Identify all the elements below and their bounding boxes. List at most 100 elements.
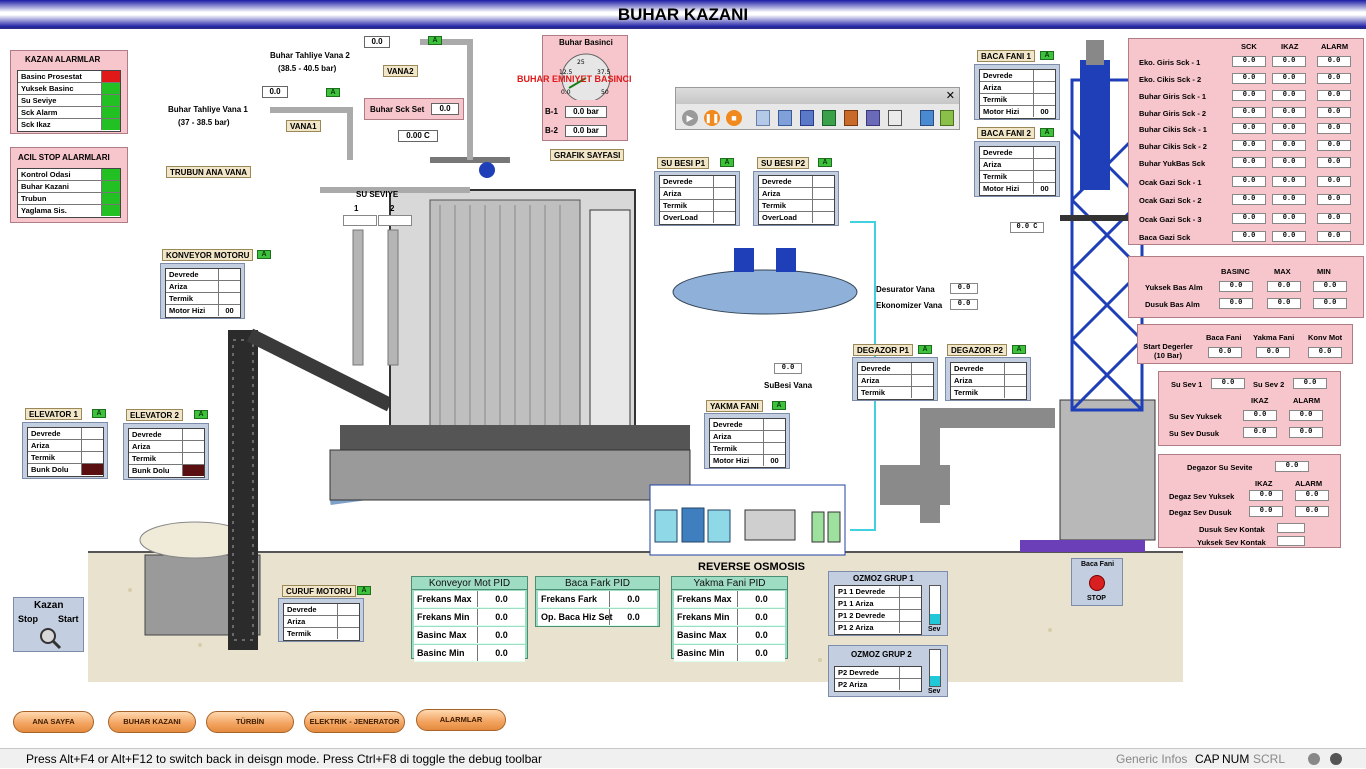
alarm-value[interactable]: 0.0: [1317, 213, 1351, 224]
pid-value[interactable]: 0.0: [737, 609, 785, 625]
pause-icon[interactable]: ❚❚: [704, 110, 720, 126]
step-icon[interactable]: [756, 110, 770, 126]
shapes-icon[interactable]: [940, 110, 954, 126]
su-sev-dusuk-ikaz[interactable]: 0.0: [1243, 427, 1277, 438]
vana1-value[interactable]: 0.0: [262, 86, 288, 98]
turbin-ana-vana-tag[interactable]: TRUBUN ANA VANA: [166, 166, 252, 178]
sck-value[interactable]: 0.0: [1232, 56, 1266, 67]
degaz-yuksek-alarm[interactable]: 0.0: [1295, 490, 1329, 501]
sck-value[interactable]: 0.0: [1232, 157, 1266, 168]
degaz-dusuk-alarm[interactable]: 0.0: [1295, 506, 1329, 517]
sck-value[interactable]: 0.0: [1232, 107, 1266, 118]
kazan-switch-icon[interactable]: [38, 626, 62, 650]
su-sev-dusuk-alarm[interactable]: 0.0: [1289, 427, 1323, 438]
ikaz-value[interactable]: 0.0: [1272, 56, 1306, 67]
baca-fani1-auto-button[interactable]: A: [1040, 51, 1054, 60]
ikaz-value[interactable]: 0.0: [1272, 90, 1306, 101]
ikaz-value[interactable]: 0.0: [1272, 140, 1306, 151]
tool-icon[interactable]: [822, 110, 836, 126]
baca-fani1-tag[interactable]: BACA FANI 1: [977, 50, 1035, 62]
su-besi-p1-auto-button[interactable]: A: [720, 158, 734, 167]
vana2-tag[interactable]: VANA2: [383, 65, 418, 77]
yuksek-bas-alm-max[interactable]: 0.0: [1267, 281, 1301, 292]
su-sev-yuksek-ikaz[interactable]: 0.0: [1243, 410, 1277, 421]
baca-fani2-tag[interactable]: BACA FANI 2: [977, 127, 1035, 139]
vana1-auto-button[interactable]: A: [326, 88, 340, 97]
ekonomizer-value[interactable]: 0.0: [950, 299, 978, 310]
play-icon[interactable]: ▶: [682, 110, 698, 126]
alarm-value[interactable]: 0.0: [1317, 140, 1351, 151]
start-konv-mot-value[interactable]: 0.0: [1308, 347, 1342, 358]
sck-value[interactable]: 0.0: [1232, 231, 1266, 242]
alarm-value[interactable]: 0.0: [1317, 123, 1351, 134]
alarm-value[interactable]: 0.0: [1317, 157, 1351, 168]
nav-buhar-kazani-button[interactable]: BUHAR KAZANI: [108, 711, 196, 733]
su-besi-p2-tag[interactable]: SU BESI P2: [757, 157, 810, 169]
subesi-value[interactable]: 0.0: [774, 363, 802, 374]
ikaz-value[interactable]: 0.0: [1272, 213, 1306, 224]
sck-value[interactable]: 0.0: [1232, 123, 1266, 134]
nav-elektrik-jenerator-button[interactable]: ELEKTRIK - JENERATOR: [304, 711, 405, 733]
inspect-icon[interactable]: [778, 110, 792, 126]
numbers-icon[interactable]: [888, 110, 902, 126]
konveyor-auto-button[interactable]: A: [257, 250, 271, 259]
settings-icon[interactable]: [1330, 753, 1342, 765]
alarm-value[interactable]: 0.0: [1317, 73, 1351, 84]
dusuk-bas-alm-min[interactable]: 0.0: [1313, 298, 1347, 309]
pid-value[interactable]: 0.0: [609, 591, 657, 607]
pid-value[interactable]: 0.0: [737, 627, 785, 643]
ikaz-value[interactable]: 0.0: [1272, 194, 1306, 205]
baca-fani2-auto-button[interactable]: A: [1040, 128, 1054, 137]
sck-value[interactable]: 0.0: [1232, 73, 1266, 84]
pid-value[interactable]: 0.0: [477, 609, 525, 625]
desurator-value[interactable]: 0.0: [950, 283, 978, 294]
vana1-tag[interactable]: VANA1: [286, 120, 321, 132]
close-icon[interactable]: ✕: [946, 89, 955, 102]
degazor-p1-tag[interactable]: DEGAZOR P1: [853, 344, 914, 356]
yakma-fani-auto-button[interactable]: A: [772, 401, 786, 410]
alarm-value[interactable]: 0.0: [1317, 194, 1351, 205]
baca-fani-stop-button[interactable]: [1089, 575, 1105, 591]
pid-value[interactable]: 0.0: [737, 591, 785, 607]
ikaz-value[interactable]: 0.0: [1272, 73, 1306, 84]
pid-value[interactable]: 0.0: [477, 627, 525, 643]
su-sev-yuksek-alarm[interactable]: 0.0: [1289, 410, 1323, 421]
sck-value[interactable]: 0.0: [1232, 140, 1266, 151]
sck-value[interactable]: 0.0: [1232, 90, 1266, 101]
alarm-value[interactable]: 0.0: [1317, 107, 1351, 118]
curuf-auto-button[interactable]: A: [357, 586, 371, 595]
degaz-yuksek-ikaz[interactable]: 0.0: [1249, 490, 1283, 501]
sck-value[interactable]: 0.0: [1232, 194, 1266, 205]
elevator2-auto-button[interactable]: A: [194, 410, 208, 419]
monitor-icon[interactable]: [920, 110, 934, 126]
dusuk-bas-alm-basinc[interactable]: 0.0: [1219, 298, 1253, 309]
ikaz-value[interactable]: 0.0: [1272, 123, 1306, 134]
degazor-p2-tag[interactable]: DEGAZOR P2: [947, 344, 1008, 356]
start-yakma-fani-value[interactable]: 0.0: [1256, 347, 1290, 358]
sck-set-value[interactable]: 0.0: [431, 103, 459, 115]
grid-icon[interactable]: [866, 110, 880, 126]
konveyor-motoru-tag[interactable]: KONVEYOR MOTORU: [162, 249, 254, 261]
yakma-fani-tag[interactable]: YAKMA FANI: [706, 400, 763, 412]
layers-icon[interactable]: [844, 110, 858, 126]
vana2-value[interactable]: 0.0: [364, 36, 390, 48]
yuksek-bas-alm-basinc[interactable]: 0.0: [1219, 281, 1253, 292]
start-baca-fani-value[interactable]: 0.0: [1208, 347, 1242, 358]
degaz-dusuk-ikaz[interactable]: 0.0: [1249, 506, 1283, 517]
ikaz-value[interactable]: 0.0: [1272, 231, 1306, 242]
ikaz-value[interactable]: 0.0: [1272, 157, 1306, 168]
user-icon[interactable]: [1308, 753, 1320, 765]
elevator1-auto-button[interactable]: A: [92, 409, 106, 418]
alarm-value[interactable]: 0.0: [1317, 56, 1351, 67]
pid-value[interactable]: 0.0: [477, 591, 525, 607]
sck-value[interactable]: 0.0: [1232, 176, 1266, 187]
nav-turbin-button[interactable]: TÜRBİN: [206, 711, 294, 733]
degazor-p1-auto-button[interactable]: A: [918, 345, 932, 354]
degazor-p2-auto-button[interactable]: A: [1012, 345, 1026, 354]
wand-icon[interactable]: [800, 110, 814, 126]
alarm-value[interactable]: 0.0: [1317, 176, 1351, 187]
vana2-auto-button[interactable]: A: [428, 36, 442, 45]
sck-value[interactable]: 0.0: [1232, 213, 1266, 224]
ikaz-value[interactable]: 0.0: [1272, 107, 1306, 118]
elevator2-tag[interactable]: ELEVATOR 2: [126, 409, 183, 421]
